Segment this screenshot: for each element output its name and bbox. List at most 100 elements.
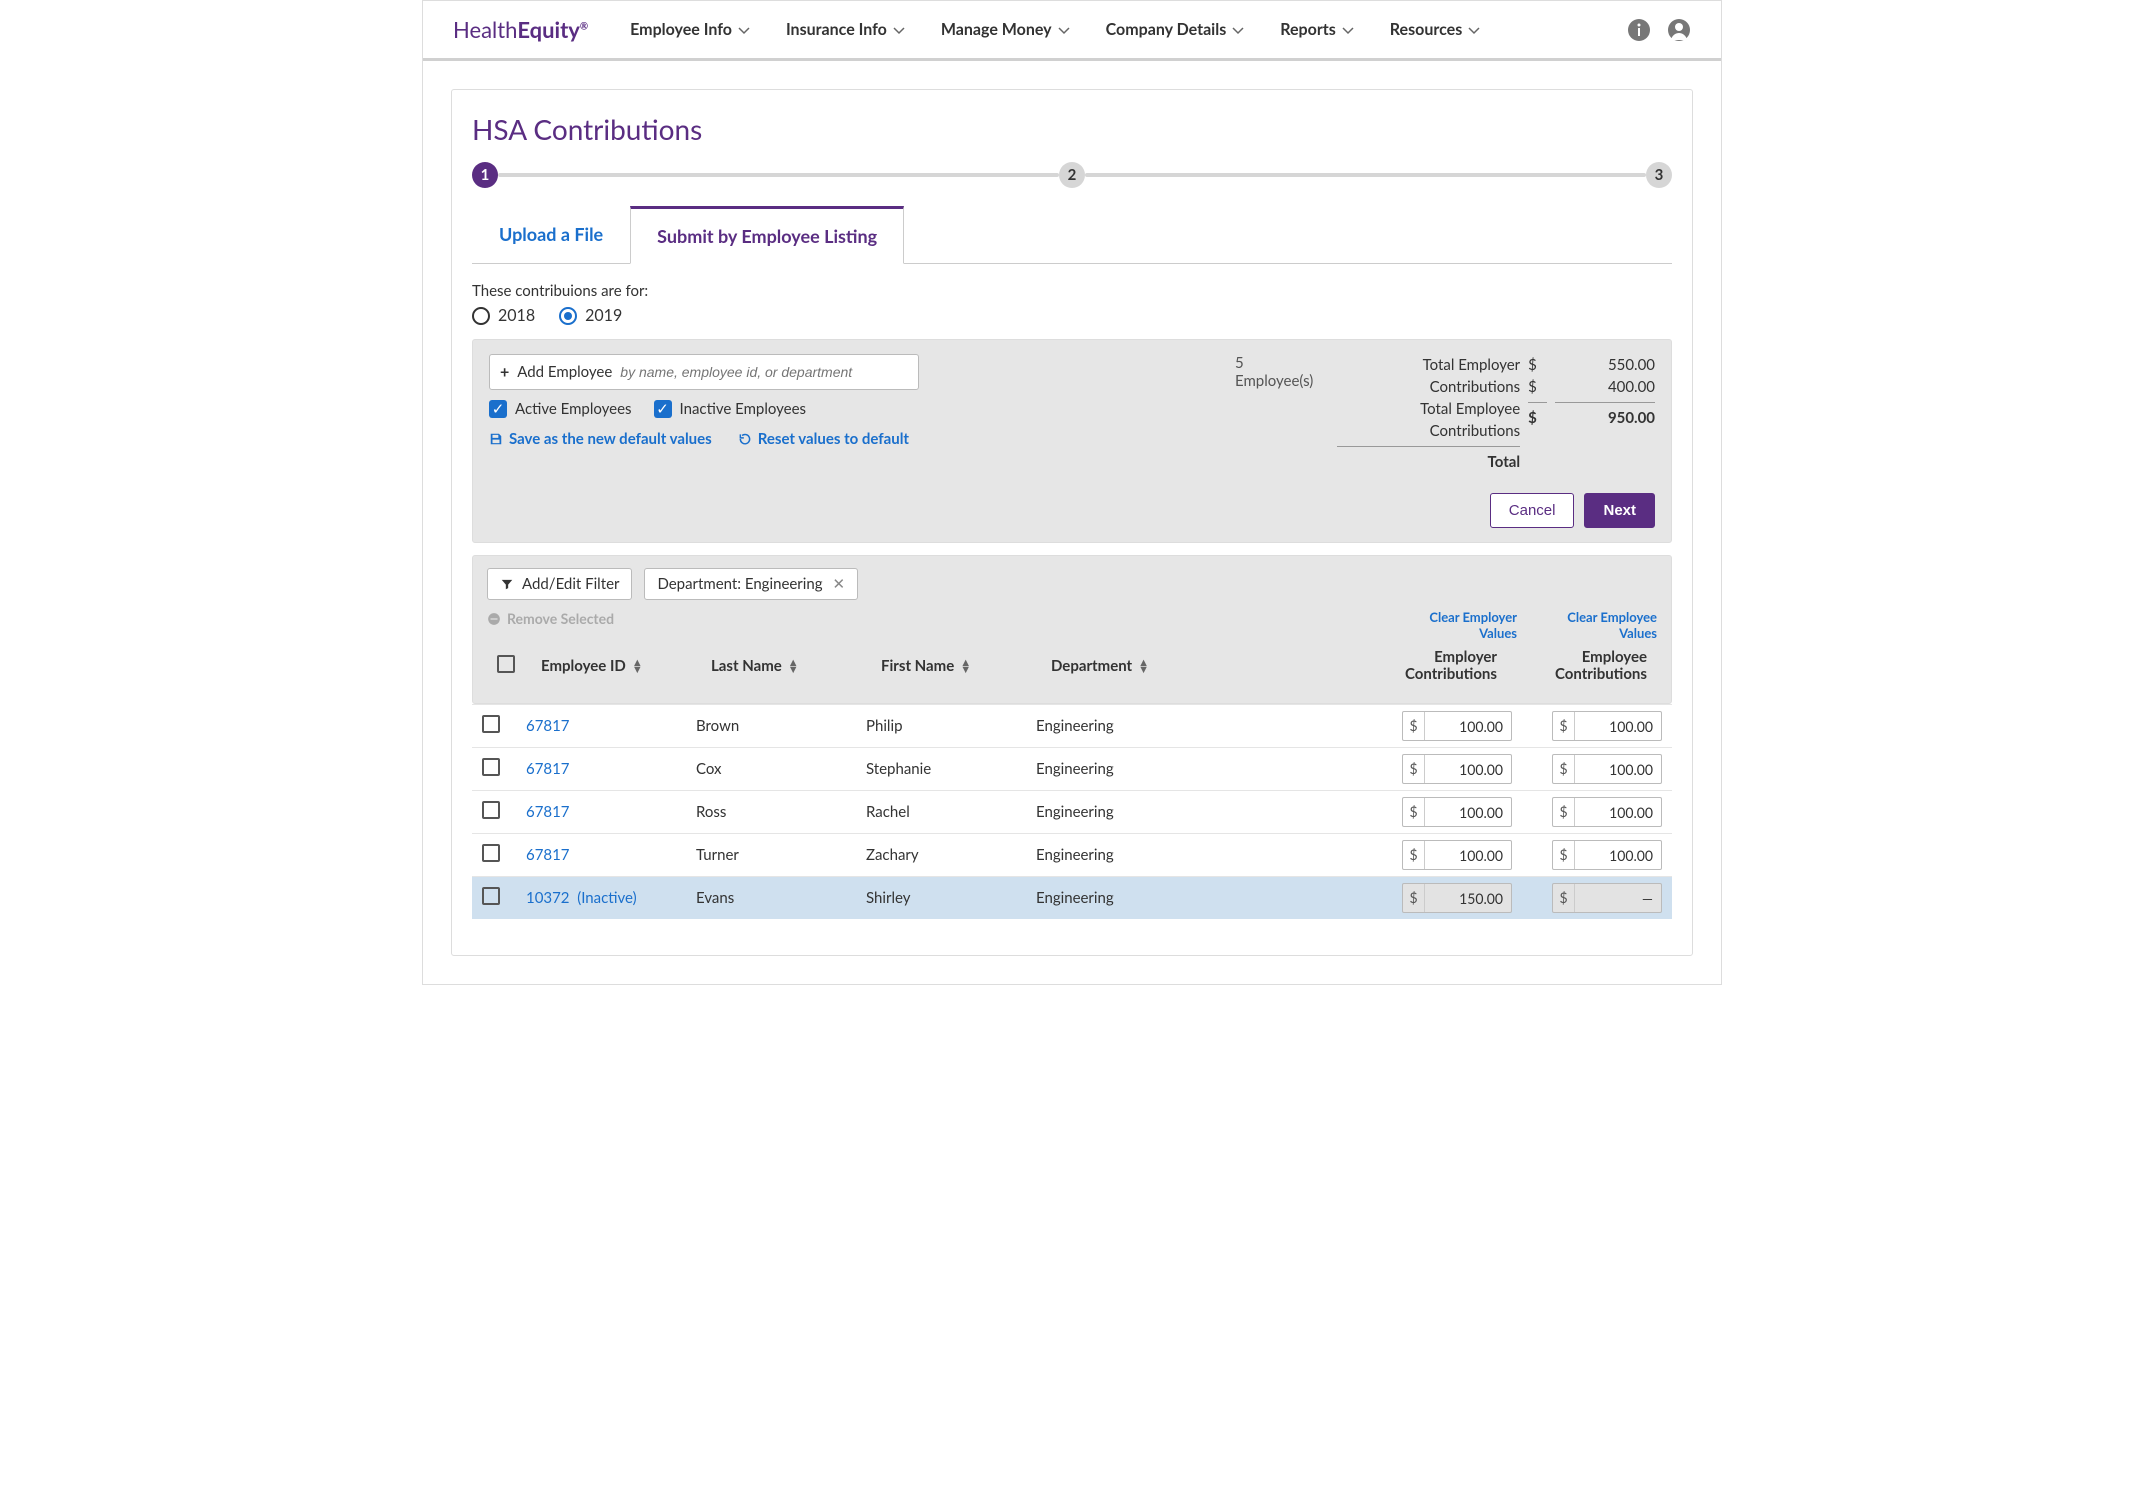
chevron-down-icon [738, 24, 750, 36]
cell-first-name: Rachel [866, 803, 1036, 821]
employee-contribution-input[interactable]: $100.00 [1552, 711, 1662, 741]
cell-department: Engineering [1036, 760, 1236, 778]
nav-employee-info[interactable]: Employee Info [612, 20, 768, 39]
checkbox-inactive-employees[interactable]: ✓ Inactive Employees [654, 400, 806, 418]
radio-2019[interactable]: 2019 [559, 306, 622, 325]
brand-logo: HealthEquity® [453, 16, 588, 43]
value-total-employer: 550.00 [1555, 354, 1655, 376]
cell-first-name: Stephanie [866, 760, 1036, 778]
cell-department: Engineering [1036, 717, 1236, 735]
employer-contribution-input[interactable]: $100.00 [1402, 840, 1512, 870]
chevron-down-icon [1232, 24, 1244, 36]
inactive-tag: (Inactive) [577, 889, 636, 907]
row-checkbox[interactable] [482, 887, 500, 905]
stepper: 1 2 3 [472, 162, 1672, 188]
sort-icon: ▲▼ [788, 659, 799, 673]
row-checkbox[interactable] [482, 801, 500, 819]
sort-icon: ▲▼ [632, 659, 643, 673]
label-total-employee: Total Employee Contributions [1337, 398, 1520, 442]
nav-insurance-info[interactable]: Insurance Info [768, 20, 923, 39]
save-defaults-button[interactable]: Save as the new default values [489, 430, 712, 448]
row-checkbox[interactable] [482, 844, 500, 862]
checkbox-icon: ✓ [489, 400, 507, 418]
checkbox-active-employees[interactable]: ✓ Active Employees [489, 400, 632, 418]
nav-resources[interactable]: Resources [1372, 20, 1498, 39]
employee-id-link[interactable]: 67817 [526, 803, 570, 821]
tab-employee-listing[interactable]: Submit by Employee Listing [630, 206, 904, 264]
nav-reports[interactable]: Reports [1262, 20, 1372, 39]
th-employee-contributions: EmployeeContributions [1517, 649, 1647, 683]
table-row: 67817 Ross Rachel Engineering $100.00 $1… [472, 790, 1672, 833]
filter-chip-department[interactable]: Department: Engineering ✕ [644, 568, 858, 600]
radio-2018[interactable]: 2018 [472, 306, 535, 325]
save-icon [489, 432, 503, 446]
close-icon[interactable]: ✕ [833, 575, 846, 593]
clear-employer-values-button[interactable]: Clear Employer Values [1407, 609, 1517, 641]
employer-contribution-input[interactable]: $150.00 [1402, 883, 1512, 913]
user-icon[interactable] [1667, 18, 1691, 42]
row-checkbox[interactable] [482, 715, 500, 733]
cell-department: Engineering [1036, 889, 1236, 907]
top-nav: HealthEquity® Employee Info Insurance In… [423, 1, 1721, 61]
label-total: Total [1337, 446, 1520, 473]
table-body: 67817 Brown Philip Engineering $100.00 $… [472, 704, 1672, 919]
value-grand-total: 950.00 [1555, 402, 1655, 429]
cell-last-name: Ross [696, 803, 866, 821]
employee-id-link[interactable]: 67817 [526, 717, 570, 735]
year-selector: These contribuions are for: 2018 2019 [472, 282, 1672, 325]
controls-panel: + Add Employee ✓ Active Employees ✓ Inac… [472, 339, 1672, 543]
th-employee-id[interactable]: Employee ID▲▼ [541, 657, 711, 675]
add-employee-input[interactable]: + Add Employee [489, 354, 919, 390]
th-first-name[interactable]: First Name▲▼ [881, 657, 1051, 675]
employee-id-link[interactable]: 67817 [526, 760, 570, 778]
select-all-checkbox[interactable] [497, 655, 515, 673]
info-icon[interactable] [1627, 18, 1651, 42]
employee-contribution-input[interactable]: $— [1552, 883, 1662, 913]
filter-bar: Add/Edit Filter Department: Engineering … [472, 555, 1672, 704]
value-total-employee: 400.00 [1555, 376, 1655, 398]
sort-icon: ▲▼ [1138, 659, 1149, 673]
reset-icon [738, 432, 752, 446]
th-employer-contributions: EmployerContributions [1367, 649, 1497, 683]
cell-last-name: Cox [696, 760, 866, 778]
table-row: 67817 Brown Philip Engineering $100.00 $… [472, 704, 1672, 747]
tab-upload-file[interactable]: Upload a File [472, 206, 630, 264]
next-button[interactable]: Next [1584, 493, 1655, 528]
radio-indicator [472, 307, 490, 325]
table-row: 10372 (Inactive) Evans Shirley Engineeri… [472, 876, 1672, 919]
plus-icon: + [500, 363, 509, 382]
employee-count: 5 Employee(s) [1235, 354, 1321, 390]
cell-last-name: Brown [696, 717, 866, 735]
clear-employee-values-button[interactable]: Clear Employee Values [1547, 609, 1657, 641]
chevron-down-icon [1468, 24, 1480, 36]
th-department[interactable]: Department▲▼ [1051, 657, 1251, 675]
minus-circle-icon [487, 612, 501, 626]
employee-contribution-input[interactable]: $100.00 [1552, 797, 1662, 827]
employer-contribution-input[interactable]: $100.00 [1402, 754, 1512, 784]
employee-id-link[interactable]: 10372 [526, 889, 570, 907]
table-row: 67817 Turner Zachary Engineering $100.00… [472, 833, 1672, 876]
row-checkbox[interactable] [482, 758, 500, 776]
cell-department: Engineering [1036, 846, 1236, 864]
cell-last-name: Turner [696, 846, 866, 864]
step-3: 3 [1646, 162, 1672, 188]
chevron-down-icon [1058, 24, 1070, 36]
reset-defaults-button[interactable]: Reset values to default [738, 430, 909, 448]
chevron-down-icon [893, 24, 905, 36]
add-edit-filter-button[interactable]: Add/Edit Filter [487, 568, 632, 600]
cancel-button[interactable]: Cancel [1490, 493, 1575, 528]
chevron-down-icon [1342, 24, 1354, 36]
th-last-name[interactable]: Last Name▲▼ [711, 657, 881, 675]
employee-contribution-input[interactable]: $100.00 [1552, 754, 1662, 784]
employer-contribution-input[interactable]: $100.00 [1402, 711, 1512, 741]
step-1: 1 [472, 162, 498, 188]
employee-contribution-input[interactable]: $100.00 [1552, 840, 1662, 870]
employer-contribution-input[interactable]: $100.00 [1402, 797, 1512, 827]
nav-manage-money[interactable]: Manage Money [923, 20, 1088, 39]
main-card: HSA Contributions 1 2 3 Upload a File Su… [451, 89, 1693, 956]
nav-company-details[interactable]: Company Details [1088, 20, 1263, 39]
add-employee-field[interactable] [620, 364, 908, 380]
cell-last-name: Evans [696, 889, 866, 907]
employee-id-link[interactable]: 67817 [526, 846, 570, 864]
page-title: HSA Contributions [472, 112, 1672, 146]
